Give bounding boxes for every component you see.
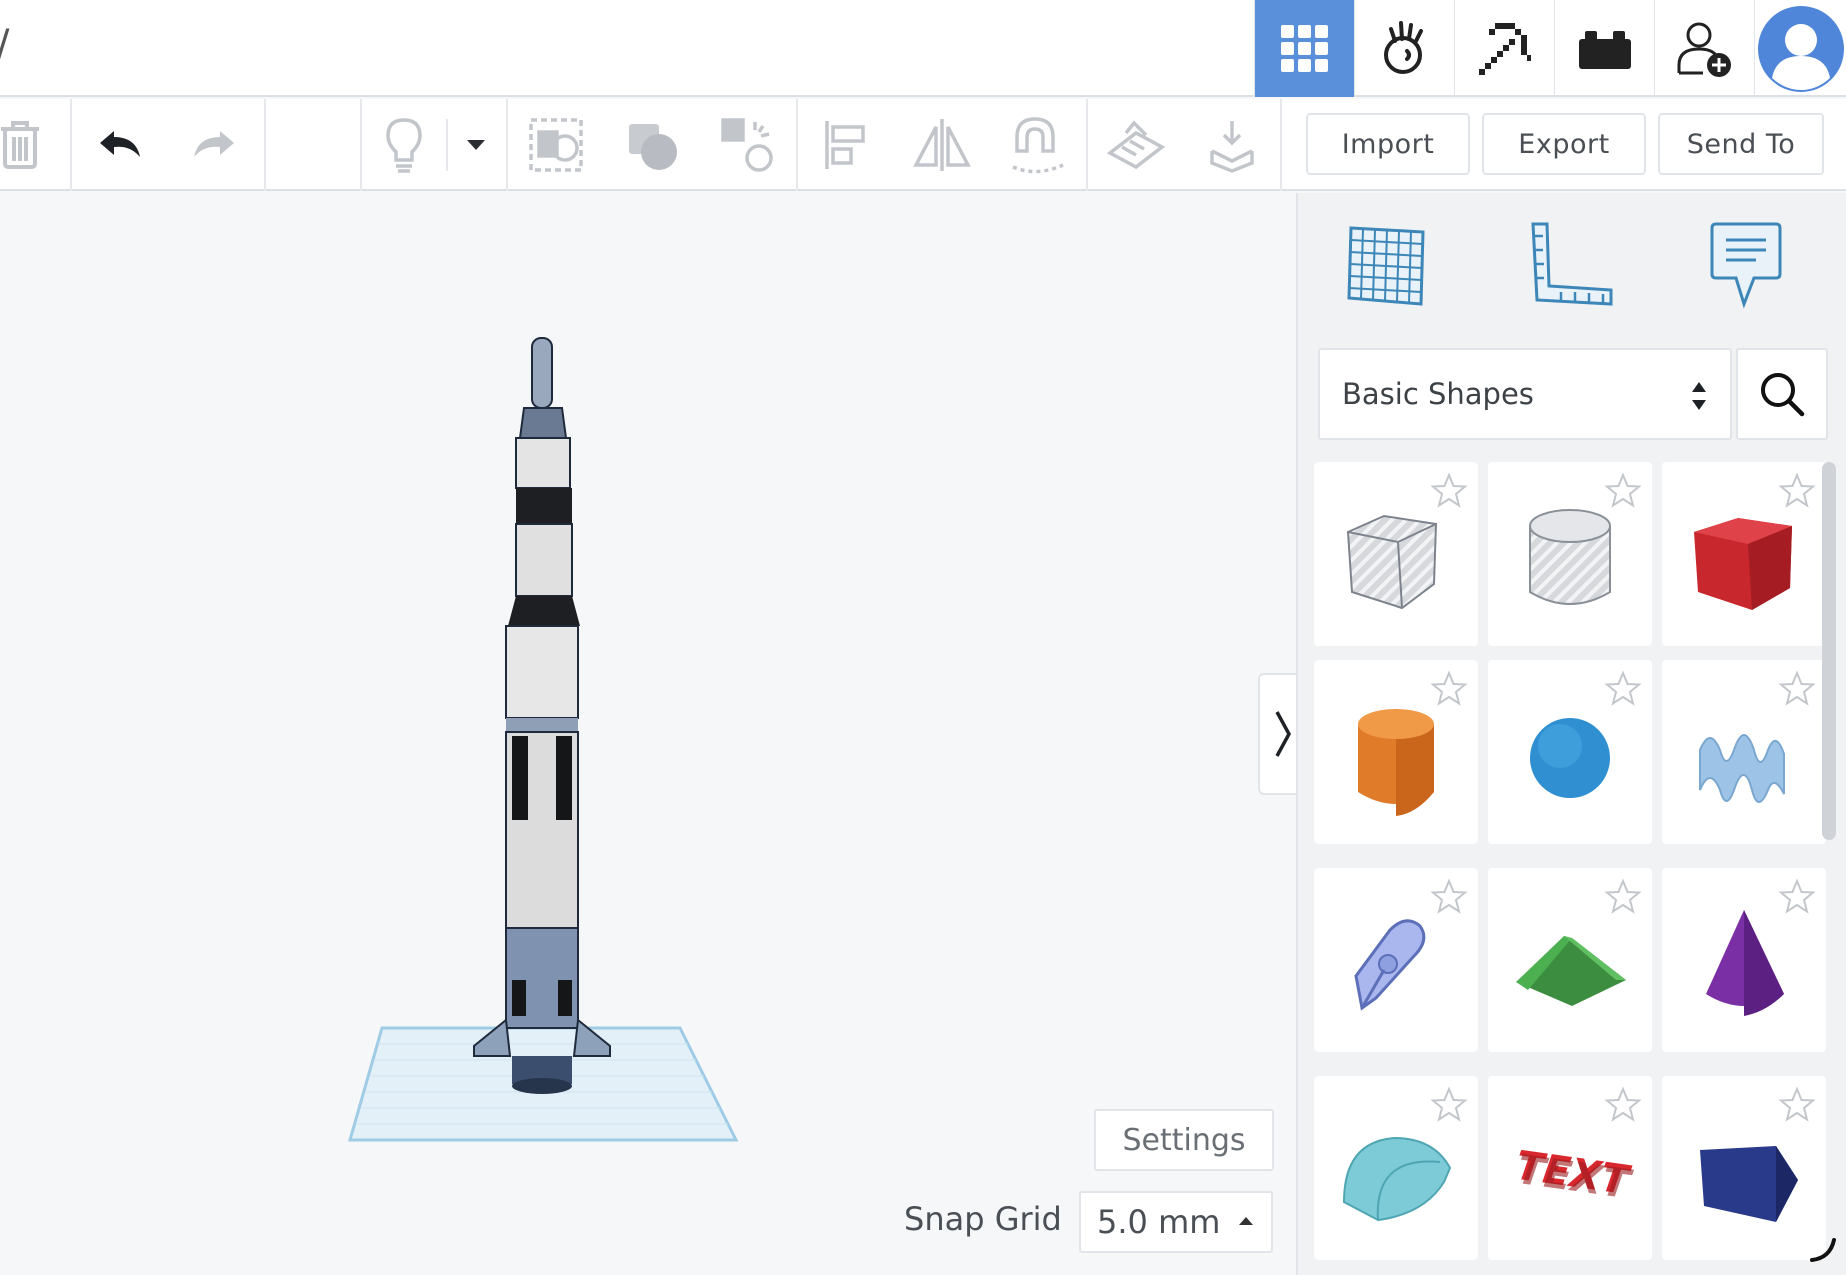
hole-solid-icon — [721, 118, 773, 172]
mirror-icon — [913, 119, 971, 171]
design-title-fragment[interactable]: / — [0, 22, 9, 68]
workplane-button[interactable] — [1104, 113, 1168, 177]
saturn-v-rocket-model[interactable] — [473, 337, 611, 1094]
undo-button[interactable] — [88, 113, 152, 177]
shape-card-wedge[interactable] — [1662, 1076, 1826, 1260]
drop-to-plane-icon — [1210, 121, 1254, 173]
cruise-button[interactable] — [1006, 113, 1070, 177]
toolbar-separator — [506, 99, 508, 191]
shape-card-sphere[interactable] — [1488, 660, 1652, 844]
box-hole-icon — [1346, 514, 1438, 610]
caret-up-icon — [1239, 1217, 1253, 1225]
trash-icon — [1, 121, 39, 169]
user-avatar-icon — [1757, 5, 1844, 92]
panel-scrollbar[interactable] — [1822, 462, 1836, 840]
hole-button[interactable] — [716, 113, 780, 177]
workplane-viewport[interactable]: Settings Snap Grid 5.0 mm — [0, 193, 1294, 1275]
bricks-icon — [1578, 30, 1631, 69]
text-shape-icon: TEXTTEXT — [1513, 1143, 1634, 1209]
notes-tool-button[interactable] — [1698, 217, 1794, 313]
chevron-down-icon — [467, 140, 485, 150]
user-avatar[interactable] — [1754, 0, 1846, 97]
drop-button[interactable] — [1200, 113, 1264, 177]
round-roof-icon — [1342, 1136, 1452, 1222]
bricks-button[interactable] — [1554, 0, 1654, 97]
shape-card-shape-generator[interactable] — [1314, 868, 1478, 1052]
updown-chevron-icon — [1692, 382, 1706, 410]
delete-button[interactable] — [0, 113, 52, 177]
pen-icon — [1354, 919, 1426, 1011]
tinker-hand-icon — [1383, 20, 1423, 74]
scribble-icon — [1699, 734, 1785, 803]
show-all-button[interactable] — [372, 113, 436, 177]
ruler-tool-button[interactable] — [1522, 217, 1618, 313]
grid-view-icon — [1280, 24, 1328, 72]
shape-card-cylinder-hole[interactable] — [1488, 462, 1652, 646]
workplane-icon — [1347, 226, 1425, 306]
shape-card-cone[interactable] — [1662, 868, 1826, 1052]
toolbar-separator — [796, 99, 798, 191]
notes-icon — [1710, 222, 1782, 309]
toolbar-separator — [1280, 99, 1282, 191]
toolbar-separator — [360, 99, 362, 191]
toolbar-separator — [70, 99, 72, 191]
cylinder-hole-icon — [1529, 509, 1611, 605]
group-icon — [529, 118, 583, 172]
shape-card-cylinder[interactable] — [1314, 660, 1478, 844]
top-bar: / — [0, 0, 1846, 97]
sphere-icon — [1530, 718, 1610, 798]
workplane-tool-button[interactable] — [1338, 217, 1434, 313]
shape-card-box[interactable] — [1662, 462, 1826, 646]
ungroup-icon — [629, 124, 677, 170]
invite-user-button[interactable] — [1654, 0, 1754, 97]
toolbar-separator — [1086, 99, 1088, 191]
magnet-icon — [1012, 117, 1064, 174]
shape-library-selected: Basic Shapes — [1342, 377, 1534, 411]
shape-card-box-hole[interactable] — [1314, 462, 1478, 646]
top-nav — [1254, 0, 1846, 97]
blocks-button[interactable] — [1454, 0, 1554, 97]
lightbulb-icon — [386, 118, 422, 173]
shape-card-roof[interactable] — [1488, 868, 1652, 1052]
align-icon — [825, 121, 865, 169]
shape-card-round-roof[interactable] — [1314, 1076, 1478, 1260]
cone-icon — [1706, 910, 1784, 1016]
visibility-dropdown[interactable] — [444, 113, 508, 177]
box-icon — [1694, 518, 1792, 610]
3d-design-view-button[interactable] — [1254, 0, 1354, 97]
align-button[interactable] — [814, 113, 878, 177]
roof-icon — [1516, 936, 1626, 1006]
cylinder-icon — [1358, 709, 1434, 816]
add-user-icon — [1677, 22, 1731, 77]
shape-search-button[interactable] — [1736, 348, 1828, 440]
group-button[interactable] — [524, 113, 588, 177]
settings-button[interactable]: Settings — [1094, 1109, 1274, 1171]
ungroup-button[interactable] — [620, 113, 684, 177]
pickaxe-icon — [1478, 22, 1531, 75]
export-button[interactable]: Export — [1482, 113, 1646, 175]
snap-grid-select[interactable]: 5.0 mm — [1079, 1191, 1273, 1253]
redo-icon — [194, 131, 234, 157]
sim-lab-button[interactable] — [1354, 0, 1454, 97]
redo-button[interactable] — [182, 113, 246, 177]
resize-grip-icon[interactable] — [1808, 1232, 1840, 1264]
undo-icon — [100, 131, 140, 157]
toolbar-separator — [264, 99, 266, 191]
snap-grid-label: Snap Grid — [904, 1200, 1062, 1238]
shape-library-select[interactable]: Basic Shapes — [1318, 348, 1732, 440]
edit-toolbar: Import Export Send To — [0, 99, 1846, 191]
shape-card-text[interactable]: TEXT TEXT — [1488, 1076, 1652, 1260]
send-to-button[interactable]: Send To — [1658, 113, 1824, 175]
shape-card-scribble[interactable] — [1662, 660, 1826, 844]
wedge-icon — [1700, 1146, 1798, 1222]
import-button[interactable]: Import — [1306, 113, 1470, 175]
snap-grid-value: 5.0 mm — [1097, 1203, 1221, 1241]
workplane-tool-icon — [1106, 120, 1166, 170]
search-icon — [1761, 373, 1805, 417]
ruler-icon — [1531, 222, 1613, 306]
chevron-right-icon — [1275, 711, 1291, 757]
mirror-button[interactable] — [910, 113, 974, 177]
